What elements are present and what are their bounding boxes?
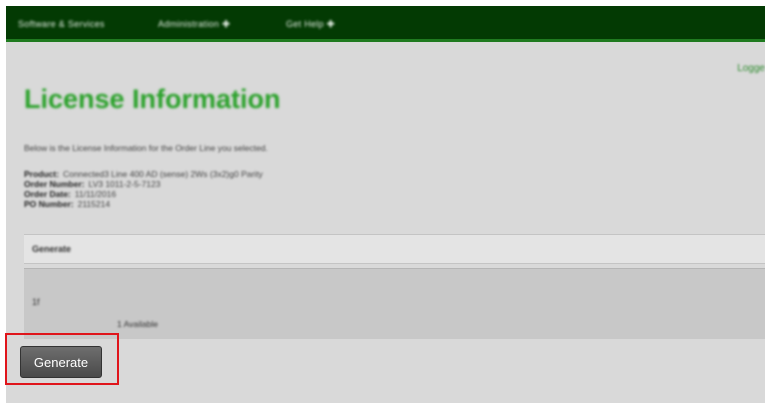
top-nav: Software & Services Administration ✚ Get … bbox=[6, 6, 765, 42]
intro-text: Below is the License Information for the… bbox=[24, 143, 268, 153]
license-details: Product: Connected3 Line 400 AD (sense) 2… bbox=[24, 169, 263, 209]
nav-item-label: Software & Services bbox=[18, 19, 105, 29]
nav-item-label: Administration bbox=[158, 19, 220, 29]
license-page: Software & Services Administration ✚ Get … bbox=[6, 6, 765, 403]
detail-value: Connected3 Line 400 AD (sense) 2Ws (3x2)… bbox=[62, 169, 263, 179]
detail-order-date: Order Date: 11/11/2016 bbox=[24, 189, 263, 199]
nav-administration[interactable]: Administration ✚ bbox=[158, 19, 230, 30]
generate-section-header: Generate bbox=[24, 234, 765, 264]
license-item-number: 1f bbox=[32, 297, 40, 307]
detail-label: PO Number: bbox=[24, 199, 74, 209]
detail-order-number: Order Number: LV3 1011-2-5-7123 bbox=[24, 179, 263, 189]
detail-product: Product: Connected3 Line 400 AD (sense) 2… bbox=[24, 169, 263, 179]
detail-label: Order Date: bbox=[24, 189, 71, 199]
detail-value: LV3 1011-2-5-7123 bbox=[88, 179, 161, 189]
nav-item-label: Get Help bbox=[286, 19, 324, 29]
nav-get-help[interactable]: Get Help ✚ bbox=[286, 19, 335, 30]
page-title: License Information bbox=[24, 84, 281, 114]
detail-po-number: PO Number: 2115214 bbox=[24, 199, 263, 209]
generate-panel: 1f 1 Available bbox=[24, 268, 765, 339]
section-label: Generate bbox=[32, 244, 72, 254]
detail-label: Order Number: bbox=[24, 179, 85, 189]
detail-value: 2115214 bbox=[77, 199, 111, 209]
detail-label: Product: bbox=[24, 169, 59, 179]
nav-software-services[interactable]: Software & Services bbox=[18, 19, 105, 29]
license-availability: 1 Available bbox=[117, 319, 158, 329]
plus-icon: ✚ bbox=[326, 19, 335, 29]
generate-button[interactable]: Generate bbox=[20, 346, 102, 378]
logged-in-link[interactable]: Logge bbox=[737, 63, 765, 74]
detail-value: 11/11/2016 bbox=[74, 189, 117, 199]
plus-icon: ✚ bbox=[222, 19, 231, 29]
